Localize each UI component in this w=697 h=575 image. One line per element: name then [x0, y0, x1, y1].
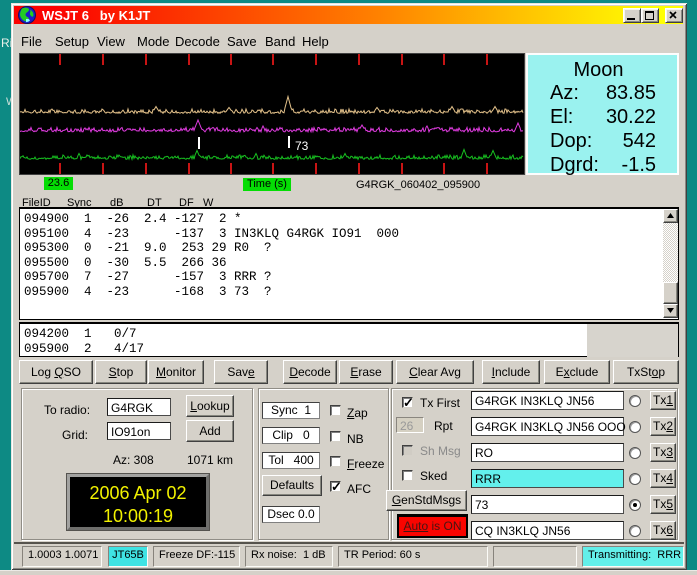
svg-text:73: 73: [295, 139, 309, 153]
